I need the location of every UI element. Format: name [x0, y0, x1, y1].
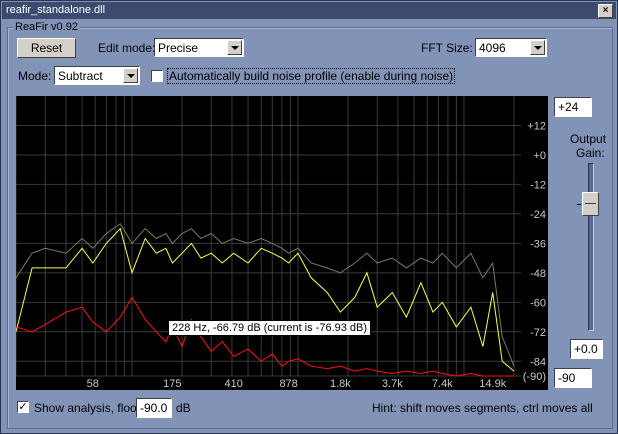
reset-button[interactable]: Reset [17, 38, 76, 58]
x-tick-label: 3.7k [382, 378, 403, 390]
x-tick-label: 410 [225, 378, 243, 390]
output-min-field[interactable]: -90 [554, 368, 592, 388]
title-bar[interactable]: reafir_standalone.dll × [2, 2, 616, 19]
group-label: ReaFir v0.92 [13, 21, 80, 33]
y-tick-label: -24 [530, 209, 546, 221]
edit-mode-select[interactable]: Precise [154, 38, 244, 57]
gain-tick [577, 204, 581, 205]
output-max-field[interactable]: +24 [554, 97, 592, 117]
x-tick-label: 175 [163, 378, 181, 390]
auto-profile-label[interactable]: Automatically build noise profile (enabl… [167, 68, 456, 84]
noise-profile-line [16, 296, 514, 377]
chevron-down-icon[interactable] [227, 40, 242, 55]
previous-spectrum-line [16, 222, 515, 367]
window-title: reafir_standalone.dll [6, 4, 106, 16]
chevron-down-icon[interactable] [530, 40, 545, 55]
y-tick-label: -12 [530, 179, 546, 191]
x-tick-label: 1.8k [330, 378, 351, 390]
show-analysis-label: Show analysis, floor: [34, 401, 145, 415]
floor-field[interactable]: -90.0 [136, 398, 172, 418]
y-tick-label: -84 [530, 356, 546, 368]
x-tick-label: 7.4k [432, 378, 453, 390]
hint-text: Hint: shift moves segments, ctrl moves a… [372, 401, 593, 415]
gain-value-field[interactable]: +0.0 [570, 339, 603, 359]
spectrum-graph[interactable]: 58 175 410 878 1.8k 3.7k 7.4k 14.9k +12 +0 -12 -24 -… [16, 96, 548, 390]
mode-value: Subtract [58, 69, 103, 83]
y-tick-label: -48 [530, 268, 546, 280]
y-tick-label: -36 [530, 238, 546, 250]
show-analysis-checkbox[interactable]: ✓ [17, 401, 29, 413]
mode-label: Mode: [18, 69, 52, 83]
spectrum-chart[interactable]: 58 175 410 878 1.8k 3.7k 7.4k 14.9k +12 +0 -12 -24 -… [16, 96, 548, 390]
plugin-window: reafir_standalone.dll × ReaFir v0.92 Res… [0, 0, 618, 434]
auto-profile-checkbox[interactable] [151, 70, 163, 82]
y-tick-label: (-90) [523, 371, 546, 383]
gain-label: Gain: [576, 146, 605, 160]
db-unit-label: dB [176, 401, 191, 415]
x-tick-label: 58 [87, 378, 99, 390]
hover-tooltip: 228 Hz, -66.79 dB (current is -76.93 dB) [168, 320, 372, 336]
close-button[interactable]: × [598, 4, 613, 18]
chevron-down-icon[interactable] [123, 68, 138, 83]
x-tick-label: 14.9k [479, 378, 506, 390]
edit-mode-label: Edit mode: [98, 41, 156, 55]
gain-slider-track[interactable] [588, 163, 594, 331]
analysis-spectrum-line [16, 227, 515, 372]
x-tick-label: 878 [279, 378, 297, 390]
y-tick-label: +12 [527, 120, 546, 132]
y-tick-label: +0 [533, 150, 546, 162]
fft-size-select[interactable]: 4096 [475, 38, 547, 57]
fft-size-label: FFT Size: [421, 41, 473, 55]
gain-slider-thumb[interactable] [582, 192, 599, 216]
mode-select[interactable]: Subtract [54, 66, 140, 85]
fft-size-value: 4096 [479, 41, 506, 55]
y-tick-label: -60 [530, 297, 546, 309]
edit-mode-value: Precise [158, 41, 199, 55]
y-tick-label: -72 [530, 327, 546, 339]
output-label: Output [570, 132, 607, 146]
